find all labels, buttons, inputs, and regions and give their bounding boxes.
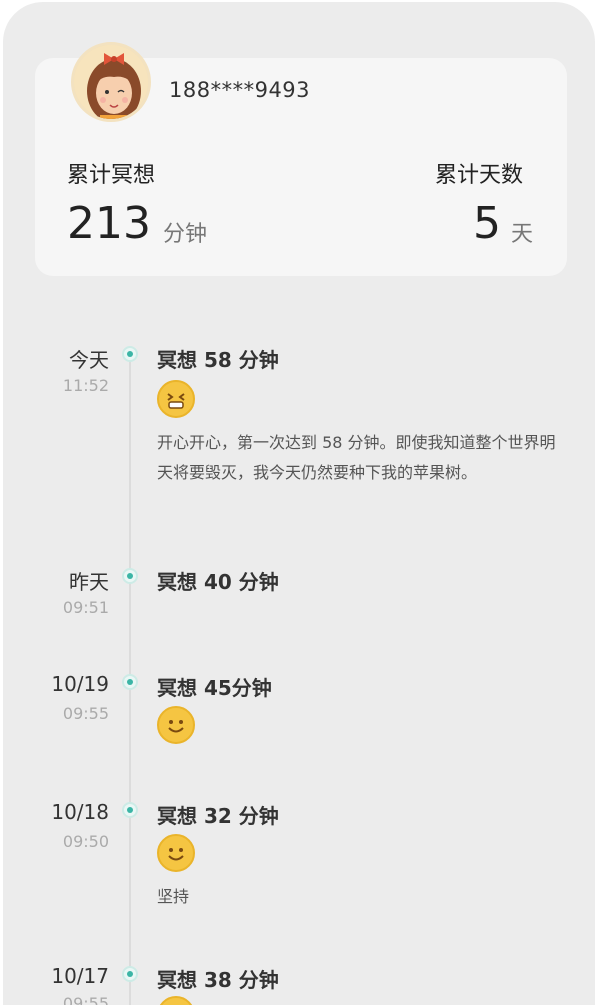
app-screen: 188****9493 累计冥想 213 分钟 累计天数 5 天 今天 11:5… xyxy=(3,2,595,1005)
total-meditation-value: 213 xyxy=(67,198,151,249)
entry-date: 10/17 xyxy=(51,964,109,988)
entry-time: 09:50 xyxy=(62,832,109,851)
entry-time: 09:55 xyxy=(62,704,109,723)
total-meditation-unit: 分钟 xyxy=(163,222,208,247)
entry-date: 昨天 xyxy=(69,570,109,594)
smile-face-icon xyxy=(157,996,195,1005)
smile-face-icon xyxy=(157,706,195,744)
entry-time: 09:51 xyxy=(62,598,109,617)
entry-title: 冥想 40 分钟 xyxy=(157,570,279,594)
phone-number: 188****9493 xyxy=(169,78,311,102)
smile-face-icon xyxy=(157,834,195,872)
timeline-dot-icon xyxy=(122,346,138,362)
entry-date: 10/18 xyxy=(51,800,109,824)
timeline-dot-icon xyxy=(122,802,138,818)
entry-note: 开心开心，第一次达到 58 分钟。即使我知道整个世界明天将要毁灭，我今天仍然要种… xyxy=(157,433,556,482)
entry-date: 10/19 xyxy=(51,672,109,696)
entry-date: 今天 xyxy=(69,348,109,372)
entry-title: 冥想 38 分钟 xyxy=(157,968,279,992)
timeline-dot-icon xyxy=(122,966,138,982)
timeline-dot-icon xyxy=(122,674,138,690)
entry-title: 冥想 45分钟 xyxy=(157,676,272,700)
total-days-unit: 天 xyxy=(511,222,534,247)
entry-time: 11:52 xyxy=(62,376,109,395)
avatar[interactable] xyxy=(71,42,151,122)
entry-note: 坚持 xyxy=(157,887,190,906)
entry-title: 冥想 32 分钟 xyxy=(157,804,279,828)
entry-time: 09:55 xyxy=(62,994,109,1005)
timeline-dot-icon xyxy=(122,568,138,584)
total-days-value: 5 xyxy=(473,198,501,249)
total-days-label: 累计天数 xyxy=(435,163,524,188)
total-meditation-label: 累计冥想 xyxy=(67,163,156,188)
grin-face-icon xyxy=(157,380,195,418)
entry-title: 冥想 58 分钟 xyxy=(157,348,279,372)
